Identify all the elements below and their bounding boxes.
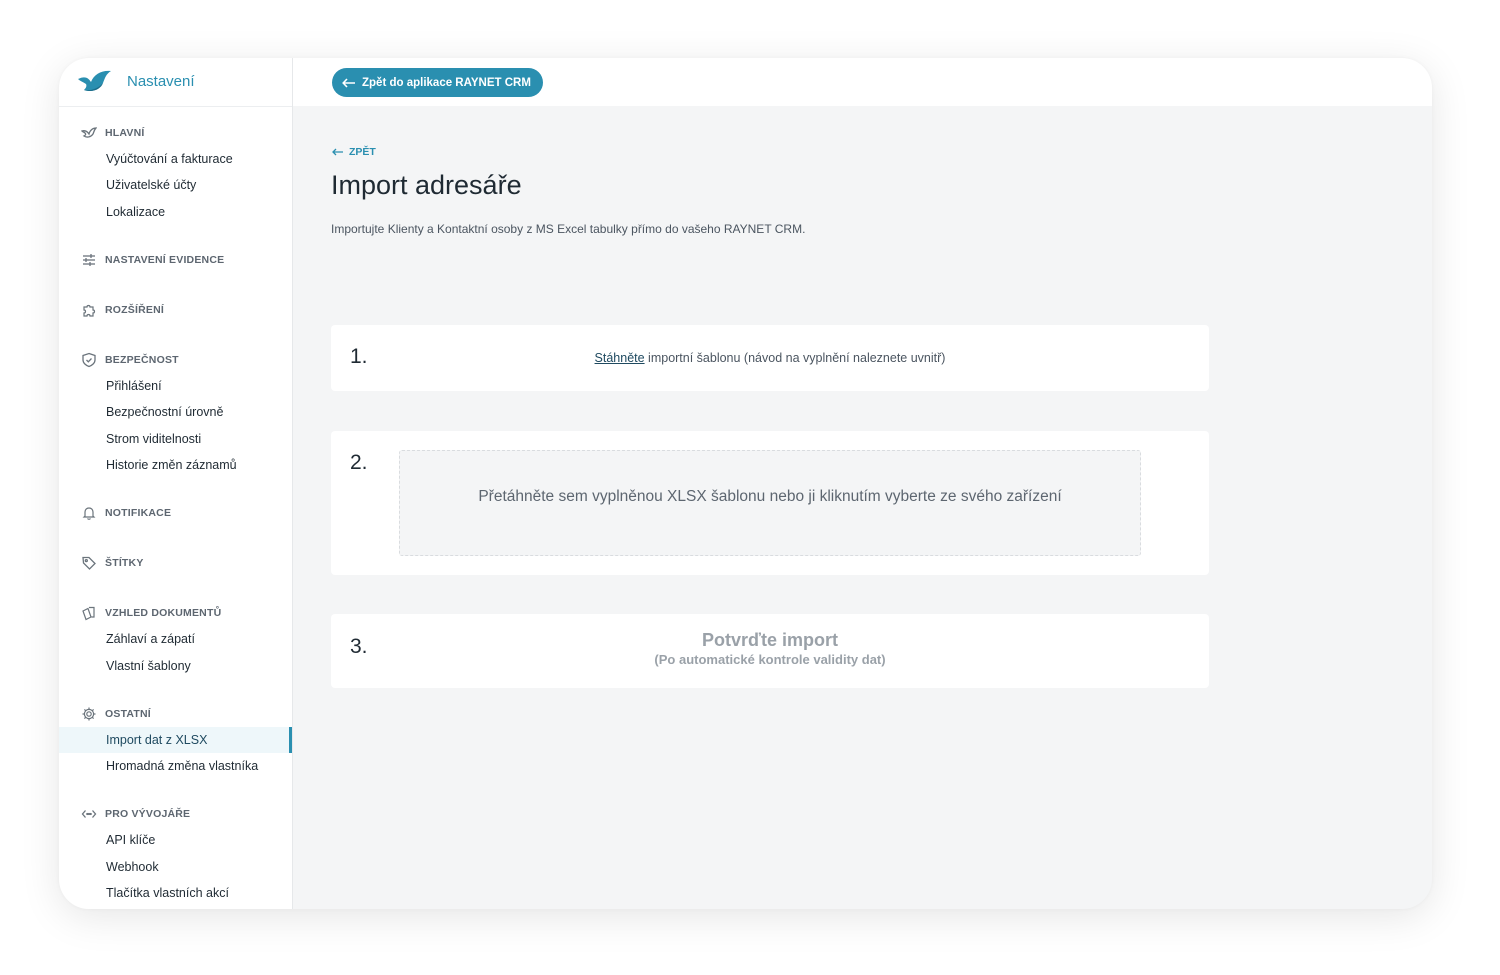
download-template-link[interactable]: Stáhněte (595, 351, 645, 365)
section-notifications[interactable]: NOTIFIKACE (59, 500, 292, 526)
sidebar-item-custom-templates[interactable]: Vlastní šablony (59, 652, 292, 678)
bell-icon (82, 507, 96, 520)
step-download-text: Stáhněte importní šablonu (návod na vypl… (594, 351, 946, 365)
step-number: 2. (350, 451, 368, 474)
section-extensions[interactable]: ROZŠÍŘENÍ (59, 297, 292, 323)
shield-icon (82, 352, 96, 368)
sidebar-item-user-accounts[interactable]: Uživatelské účty (59, 172, 292, 198)
sidebar-item-import-xlsx[interactable]: Import dat z XLSX (59, 726, 292, 754)
section-developers[interactable]: PRO VÝVOJÁŘE (59, 801, 292, 827)
sidebar-item-visibility-tree[interactable]: Strom viditelnosti (59, 425, 292, 451)
tag-icon (82, 556, 96, 570)
sidebar-item-billing[interactable]: Vyúčtování a fakturace (59, 146, 292, 172)
sliders-icon (83, 253, 95, 266)
raynet-logo-icon[interactable] (76, 70, 112, 92)
step-upload-file: 2. Přetáhněte sem vyplněnou XLSX šablonu… (331, 431, 1209, 575)
settings-window: Nastavení HLAVNÍ Vyúčtování a fakturace … (59, 58, 1432, 909)
sidebar-item-localization[interactable]: Lokalizace (59, 199, 292, 225)
sidebar-item-custom-action-buttons[interactable]: Tlačítka vlastních akcí (59, 880, 292, 906)
confirm-import-note: (Po automatické kontrole validity dat) (654, 652, 886, 667)
step-download-template: 1. Stáhněte importní šablonu (návod na v… (331, 325, 1209, 391)
puzzle-icon (83, 304, 96, 317)
page-title: Import adresáře (331, 170, 522, 200)
sidebar-item-login[interactable]: Přihlášení (59, 373, 292, 399)
sidebar-item-bulk-owner-change[interactable]: Hromadná změna vlastníka (59, 753, 292, 779)
gear-icon (82, 707, 96, 721)
sidebar-item-change-history[interactable]: Historie změn záznamů (59, 452, 292, 478)
back-link[interactable]: ZPĚT (332, 146, 376, 158)
topbar: Zpět do aplikace RAYNET CRM (293, 58, 1432, 106)
sidebar-header: Nastavení (59, 58, 292, 107)
section-other[interactable]: OSTATNÍ (59, 701, 292, 727)
sidebar: Nastavení HLAVNÍ Vyúčtování a fakturace … (59, 58, 293, 909)
page-subtitle: Importujte Klienty a Kontaktní osoby z M… (331, 222, 806, 236)
main-content: ZPĚT Import adresáře Importujte Klienty … (331, 106, 1432, 909)
confirm-import-title: Potvrďte import (702, 630, 838, 650)
section-document-appearance[interactable]: VZHLED DOKUMENTŮ (59, 600, 292, 626)
section-tags[interactable]: ŠTÍTKY (59, 550, 292, 576)
documents-icon (82, 606, 95, 621)
sidebar-item-security-levels[interactable]: Bezpečnostní úrovně (59, 399, 292, 425)
code-icon (81, 810, 97, 819)
step-confirm-import: 3. Potvrďte import (Po automatické kontr… (331, 614, 1209, 688)
sidebar-item-api-keys[interactable]: API klíče (59, 827, 292, 853)
file-dropzone[interactable]: Přetáhněte sem vyplněnou XLSX šablonu ne… (399, 450, 1141, 556)
arrow-left-icon (332, 148, 343, 156)
section-records-settings[interactable]: NASTAVENÍ EVIDENCE (59, 247, 292, 273)
confirm-import-button[interactable]: Potvrďte import (Po automatické kontrole… (331, 630, 1209, 667)
dropzone-text: Přetáhněte sem vyplněnou XLSX šablonu ne… (478, 488, 1062, 505)
sidebar-nav: HLAVNÍ Vyúčtování a fakturace Uživatelsk… (59, 120, 292, 906)
sidebar-item-header-footer[interactable]: Záhlaví a zápatí (59, 626, 292, 652)
back-to-app-button[interactable]: Zpět do aplikace RAYNET CRM (332, 68, 543, 97)
arrow-left-icon (342, 77, 355, 88)
sidebar-item-webhook[interactable]: Webhook (59, 854, 292, 880)
bird-icon (81, 127, 97, 138)
app-title: Nastavení (127, 73, 195, 90)
section-main[interactable]: HLAVNÍ (59, 120, 292, 146)
section-security[interactable]: BEZPEČNOST (59, 347, 292, 373)
